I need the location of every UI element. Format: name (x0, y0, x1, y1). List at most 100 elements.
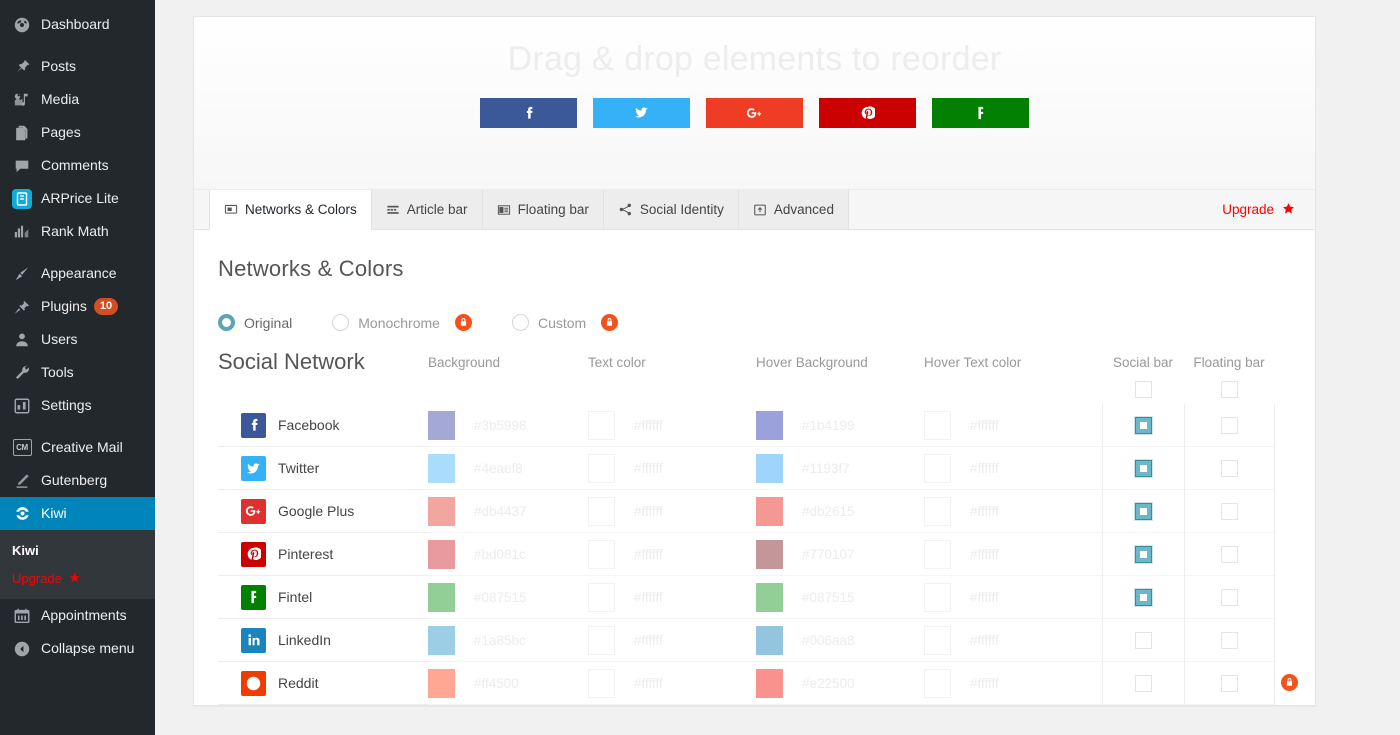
table-row[interactable]: LinkedIn #1a85bc #ffffff #006aa8 #ffffff (218, 619, 1291, 662)
table-row[interactable]: Twitter #4eaef8 #ffffff #1193f7 #ffffff (218, 447, 1291, 490)
preview-share-button-facebook[interactable] (480, 97, 577, 128)
sidebar-item-users[interactable]: Users (0, 323, 155, 356)
social-bar-checkbox[interactable] (1134, 588, 1152, 606)
hover-background-hex[interactable]: #1b4199 (802, 418, 855, 433)
hover-background-hex[interactable]: #087515 (802, 590, 855, 605)
hover-text-color-hex[interactable]: #ffffff (970, 418, 999, 433)
hover-background-swatch[interactable] (756, 453, 783, 483)
floating-bar-checkbox[interactable] (1220, 631, 1238, 649)
hover-background-swatch[interactable] (756, 625, 783, 655)
floating-bar-checkbox[interactable] (1220, 545, 1238, 563)
sidebar-item-gutenberg[interactable]: Gutenberg (0, 464, 155, 497)
upgrade-link[interactable]: Upgrade (1222, 190, 1315, 229)
text-color-swatch[interactable] (588, 410, 615, 440)
tab-social-identity[interactable]: Social Identity (603, 190, 739, 229)
preview-share-button-twitter[interactable] (593, 97, 690, 128)
tab-floating-bar[interactable]: Floating bar (482, 190, 604, 229)
select-all-social-bar-checkbox[interactable] (1134, 381, 1152, 398)
text-color-swatch[interactable] (588, 582, 615, 612)
social-bar-checkbox[interactable] (1134, 416, 1152, 434)
hover-background-swatch[interactable] (756, 496, 783, 526)
background-color-swatch[interactable] (428, 668, 455, 698)
table-row[interactable]: Facebook #3b5998 #ffffff #1b4199 #ffffff (218, 404, 1291, 447)
hover-text-color-swatch[interactable] (924, 625, 951, 655)
hover-text-color-hex[interactable]: #ffffff (970, 633, 999, 648)
background-hex[interactable]: #1a85bc (474, 633, 526, 648)
floating-bar-checkbox[interactable] (1220, 459, 1238, 477)
hover-background-swatch[interactable] (756, 668, 783, 698)
color-mode-option-original[interactable]: Original (218, 314, 292, 331)
text-color-swatch[interactable] (588, 496, 615, 526)
social-bar-checkbox[interactable] (1134, 631, 1152, 649)
hover-text-color-swatch[interactable] (924, 410, 951, 440)
hover-text-color-hex[interactable]: #ffffff (970, 547, 999, 562)
sidebar-item-rank-math[interactable]: Rank Math (0, 215, 155, 248)
floating-bar-checkbox[interactable] (1220, 674, 1238, 692)
sidebar-item-settings[interactable]: Settings (0, 389, 155, 422)
select-all-floating-bar-checkbox[interactable] (1220, 381, 1238, 398)
drag-drop-preview[interactable]: Drag & drop elements to reorder (194, 17, 1315, 190)
background-color-swatch[interactable] (428, 453, 455, 483)
social-bar-checkbox[interactable] (1134, 502, 1152, 520)
hover-background-swatch[interactable] (756, 582, 783, 612)
text-color-hex[interactable]: #ffffff (634, 676, 663, 691)
sidebar-item-plugins[interactable]: Plugins 10 (0, 290, 155, 323)
sidebar-item-appearance[interactable]: Appearance (0, 257, 155, 290)
hover-background-hex[interactable]: #db2615 (802, 504, 855, 519)
background-color-swatch[interactable] (428, 625, 455, 655)
floating-bar-checkbox[interactable] (1220, 416, 1238, 434)
background-color-swatch[interactable] (428, 496, 455, 526)
text-color-swatch[interactable] (588, 668, 615, 698)
background-hex[interactable]: #4eaef8 (474, 461, 523, 476)
tab-networks-colors[interactable]: Networks & Colors (209, 190, 372, 230)
sidebar-item-media[interactable]: Media (0, 83, 155, 116)
submenu-item-kiwi[interactable]: Kiwi (0, 537, 155, 564)
radio-original[interactable] (218, 314, 235, 331)
social-bar-checkbox[interactable] (1134, 459, 1152, 477)
hover-background-hex[interactable]: #1193f7 (802, 461, 850, 476)
sidebar-item-pages[interactable]: Pages (0, 116, 155, 149)
tab-advanced[interactable]: Advanced (738, 190, 849, 229)
background-color-swatch[interactable] (428, 582, 455, 612)
tab-article-bar[interactable]: Article bar (371, 190, 483, 229)
color-mode-option-custom[interactable]: Custom (511, 314, 619, 331)
social-bar-checkbox[interactable] (1134, 545, 1152, 563)
text-color-swatch[interactable] (588, 625, 615, 655)
sidebar-item-collapse-menu[interactable]: Collapse menu (0, 632, 155, 665)
hover-background-hex[interactable]: #770107 (802, 547, 855, 562)
hover-background-hex[interactable]: #e22500 (802, 676, 855, 691)
background-hex[interactable]: #3b5998 (474, 418, 527, 433)
preview-share-button-fintel[interactable] (932, 97, 1029, 128)
sidebar-item-posts[interactable]: Posts (0, 50, 155, 83)
hover-text-color-swatch[interactable] (924, 668, 951, 698)
sidebar-item-appointments[interactable]: Appointments (0, 599, 155, 632)
hover-text-color-hex[interactable]: #ffffff (970, 504, 999, 519)
text-color-hex[interactable]: #ffffff (634, 633, 663, 648)
sidebar-item-comments[interactable]: Comments (0, 149, 155, 182)
floating-bar-checkbox[interactable] (1220, 502, 1238, 520)
sidebar-item-dashboard[interactable]: Dashboard (0, 8, 155, 41)
color-mode-option-monochrome[interactable]: Monochrome (332, 314, 472, 331)
background-hex[interactable]: #db4437 (474, 504, 527, 519)
hover-text-color-swatch[interactable] (924, 453, 951, 483)
table-row[interactable]: Pinterest #bd081c #ffffff #770107 #ffffff (218, 533, 1291, 576)
background-color-swatch[interactable] (428, 539, 455, 569)
submenu-item-upgrade[interactable]: Upgrade ★ (0, 564, 155, 592)
background-color-swatch[interactable] (428, 410, 455, 440)
sidebar-item-kiwi[interactable]: Kiwi (0, 497, 163, 530)
background-hex[interactable]: #bd081c (474, 547, 526, 562)
hover-text-color-swatch[interactable] (924, 496, 951, 526)
text-color-hex[interactable]: #ffffff (634, 504, 663, 519)
background-hex[interactable]: #ff4500 (474, 676, 519, 691)
text-color-swatch[interactable] (588, 453, 615, 483)
hover-text-color-hex[interactable]: #ffffff (970, 590, 999, 605)
table-row[interactable]: Reddit #ff4500 #ffffff #e22500 #ffffff (218, 662, 1298, 705)
hover-text-color-swatch[interactable] (924, 582, 951, 612)
sidebar-item-tools[interactable]: Tools (0, 356, 155, 389)
table-row[interactable]: Fintel #087515 #ffffff #087515 #ffffff (218, 576, 1291, 619)
sidebar-item-arprice-lite[interactable]: ARPrice Lite (0, 182, 155, 215)
preview-share-button-pinterest[interactable] (819, 97, 916, 128)
preview-share-button-google-plus[interactable] (706, 97, 803, 128)
text-color-hex[interactable]: #ffffff (634, 418, 663, 433)
text-color-swatch[interactable] (588, 539, 615, 569)
